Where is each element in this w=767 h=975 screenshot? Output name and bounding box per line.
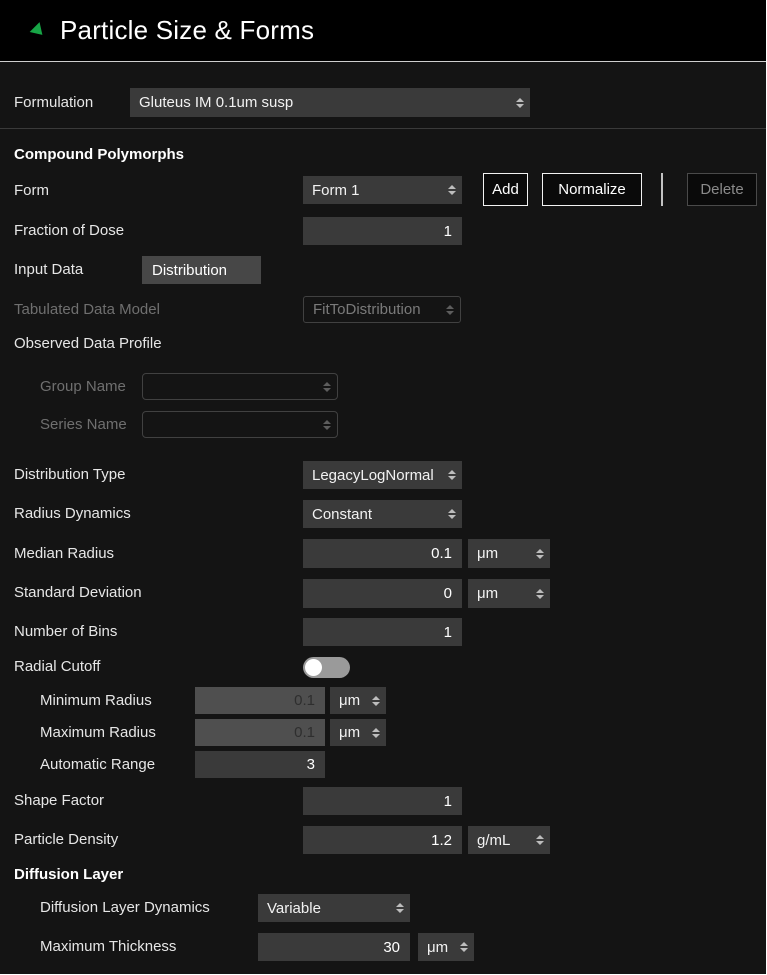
tabulated-data-model-value: FitToDistribution <box>313 301 440 318</box>
spinner-icon <box>460 942 468 952</box>
form-value: Form 1 <box>312 182 442 199</box>
spinner-icon <box>323 420 331 430</box>
minimum-radius-input[interactable] <box>195 687 325 714</box>
number-of-bins-label: Number of Bins <box>14 623 117 641</box>
median-radius-unit-dropdown[interactable]: μm <box>468 539 550 568</box>
radius-dynamics-dropdown[interactable]: Constant <box>303 500 462 528</box>
fraction-of-dose-input[interactable] <box>303 217 462 245</box>
minimum-radius-unit-dropdown[interactable]: μm <box>330 687 386 714</box>
formulation-label: Formulation <box>14 94 93 112</box>
spinner-icon <box>536 589 544 599</box>
median-radius-input[interactable] <box>303 539 462 568</box>
minimum-radius-unit: μm <box>339 692 366 709</box>
particle-density-unit: g/mL <box>477 832 530 849</box>
button-divider <box>661 173 663 206</box>
formulation-value: Gluteus IM 0.1um susp <box>139 94 510 111</box>
spinner-icon <box>516 98 524 108</box>
panel-header: Particle Size & Forms <box>0 0 766 62</box>
form-dropdown[interactable]: Form 1 <box>303 176 462 204</box>
maximum-thickness-unit-dropdown[interactable]: μm <box>418 933 474 961</box>
diffusion-layer-dynamics-dropdown[interactable]: Variable <box>258 894 410 922</box>
form-label: Form <box>14 182 49 200</box>
input-data-field[interactable] <box>142 256 261 284</box>
spinner-icon <box>446 305 454 315</box>
distribution-type-dropdown[interactable]: LegacyLogNormal <box>303 461 462 489</box>
particle-density-unit-dropdown[interactable]: g/mL <box>468 826 550 854</box>
compound-polymorphs-header: Compound Polymorphs <box>14 146 184 164</box>
spinner-icon <box>536 835 544 845</box>
normalize-button[interactable]: Normalize <box>542 173 642 206</box>
diffusion-layer-dynamics-label: Diffusion Layer Dynamics <box>40 899 210 917</box>
diffusion-layer-dynamics-value: Variable <box>267 900 390 917</box>
spinner-icon <box>448 470 456 480</box>
input-data-label: Input Data <box>14 261 83 279</box>
diffusion-layer-header: Diffusion Layer <box>14 866 123 884</box>
tabulated-data-model-dropdown[interactable]: FitToDistribution <box>303 296 461 323</box>
spinner-icon <box>448 509 456 519</box>
particle-density-input[interactable] <box>303 826 462 854</box>
number-of-bins-input[interactable] <box>303 618 462 646</box>
automatic-range-label: Automatic Range <box>40 756 155 774</box>
median-radius-unit: μm <box>477 545 530 562</box>
spinner-icon <box>536 549 544 559</box>
minimum-radius-label: Minimum Radius <box>40 692 152 710</box>
spinner-icon <box>323 382 331 392</box>
panel-title: Particle Size & Forms <box>60 15 314 46</box>
automatic-range-input[interactable] <box>195 751 325 778</box>
particle-size-forms-panel: Particle Size & Forms Formulation Gluteu… <box>0 0 766 974</box>
maximum-radius-label: Maximum Radius <box>40 724 156 742</box>
maximum-radius-input[interactable] <box>195 719 325 746</box>
maximum-radius-unit: μm <box>339 724 366 741</box>
maximum-thickness-input[interactable] <box>258 933 410 961</box>
standard-deviation-label: Standard Deviation <box>14 584 142 602</box>
spinner-icon <box>372 696 380 706</box>
particle-density-label: Particle Density <box>14 831 118 849</box>
fraction-of-dose-label: Fraction of Dose <box>14 222 124 240</box>
add-button[interactable]: Add <box>483 173 528 206</box>
radial-cutoff-label: Radial Cutoff <box>14 658 100 676</box>
standard-deviation-unit: μm <box>477 585 530 602</box>
section-divider <box>0 128 766 129</box>
delete-button[interactable]: Delete <box>687 173 757 206</box>
toggle-knob-icon <box>305 659 322 676</box>
maximum-thickness-label: Maximum Thickness <box>40 938 176 956</box>
radius-dynamics-value: Constant <box>312 506 442 523</box>
group-name-dropdown[interactable] <box>142 373 338 400</box>
shape-factor-label: Shape Factor <box>14 792 104 810</box>
group-name-label: Group Name <box>40 378 126 396</box>
standard-deviation-input[interactable] <box>303 579 462 608</box>
maximum-thickness-unit: μm <box>427 939 454 956</box>
distribution-type-value: LegacyLogNormal <box>312 467 442 484</box>
median-radius-label: Median Radius <box>14 545 114 563</box>
radial-cutoff-toggle[interactable] <box>303 657 350 678</box>
spinner-icon <box>372 728 380 738</box>
shape-factor-input[interactable] <box>303 787 462 815</box>
distribution-type-label: Distribution Type <box>14 466 125 484</box>
maximum-radius-unit-dropdown[interactable]: μm <box>330 719 386 746</box>
collapse-arrow-icon[interactable] <box>30 22 48 40</box>
standard-deviation-unit-dropdown[interactable]: μm <box>468 579 550 608</box>
observed-data-profile-label: Observed Data Profile <box>14 335 162 353</box>
formulation-dropdown[interactable]: Gluteus IM 0.1um susp <box>130 88 530 117</box>
tabulated-data-model-label: Tabulated Data Model <box>14 301 160 319</box>
spinner-icon <box>448 185 456 195</box>
radius-dynamics-label: Radius Dynamics <box>14 505 131 523</box>
series-name-label: Series Name <box>40 416 127 434</box>
series-name-dropdown[interactable] <box>142 411 338 438</box>
spinner-icon <box>396 903 404 913</box>
